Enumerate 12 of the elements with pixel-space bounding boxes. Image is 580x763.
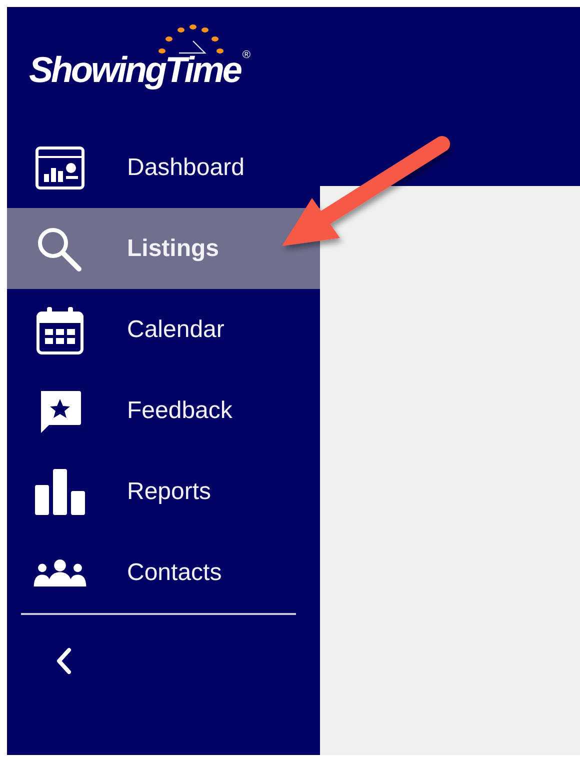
nav-item[interactable]: Calendar [7,289,320,370]
nav-item[interactable]: Contacts [7,532,320,613]
nav-item[interactable]: Listings [7,208,320,289]
dashboard-icon [35,146,85,190]
bar-chart-icon [33,466,87,516]
nav-item[interactable]: Dashboard [7,127,320,208]
chevron-left-icon [56,647,72,675]
registered-mark: ® [242,49,250,61]
calendar-icon [35,304,85,354]
logo-text: ShowingTime [29,49,240,91]
nav-item[interactable]: Feedback [7,370,320,451]
nav-item[interactable]: Reports [7,451,320,532]
